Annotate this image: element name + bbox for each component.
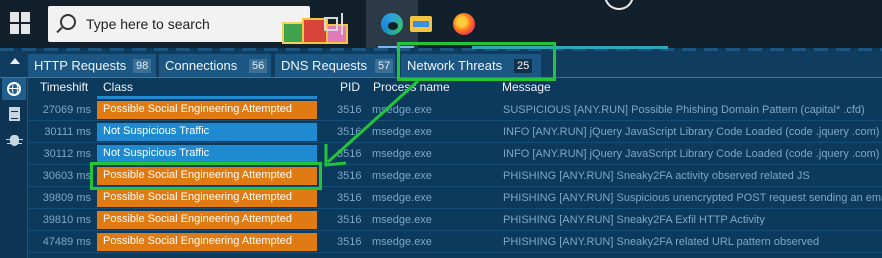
highlight-arrow: [324, 79, 420, 167]
screenshot-root: Type here to search HTTP Requests 98 Con…: [0, 0, 882, 258]
